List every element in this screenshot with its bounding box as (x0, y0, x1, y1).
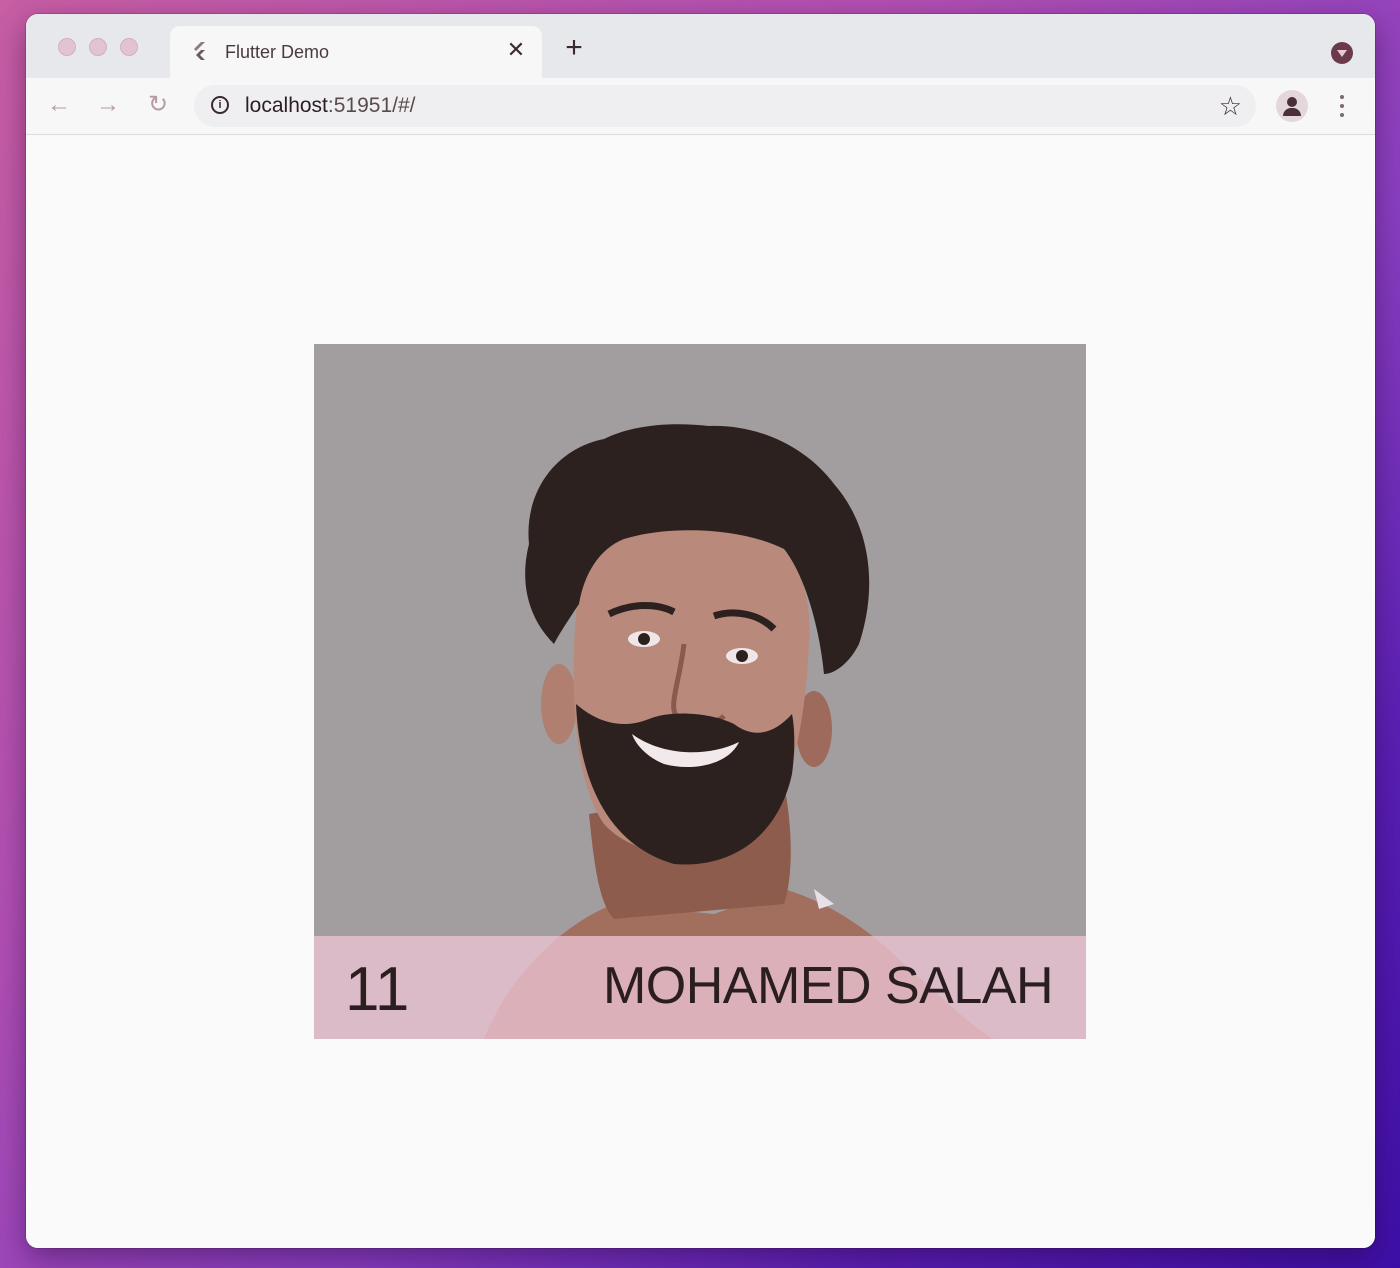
back-button[interactable]: ← (44, 90, 74, 120)
avatar-body (1283, 108, 1301, 116)
minimize-window-button[interactable] (89, 38, 107, 56)
address-bar[interactable]: i localhost:51951/#/ ☆ (194, 85, 1256, 127)
player-number: 11 (345, 955, 410, 1024)
forward-button[interactable]: → (93, 90, 123, 120)
browser-window: Flutter Demo ✕ + ← → ↻ i localhost:51951… (26, 14, 1375, 1248)
url-path: :51951/#/ (327, 94, 416, 117)
profile-avatar[interactable] (1276, 90, 1308, 122)
player-name: MOHAMED SALAH (602, 957, 1054, 1015)
flutter-icon (194, 42, 205, 60)
new-tab-button[interactable]: + (559, 33, 589, 64)
tab-strip: Flutter Demo ✕ + (26, 14, 1375, 78)
close-tab-icon[interactable]: ✕ (504, 38, 528, 62)
player-card: 11 MOHAMED SALAH (314, 344, 1086, 1039)
player-caption: 11 MOHAMED SALAH (314, 936, 1086, 1039)
reload-button[interactable]: ↻ (143, 90, 173, 120)
site-info-icon[interactable]: i (211, 96, 229, 114)
tab-search-icon[interactable] (1331, 42, 1353, 64)
zoom-window-button[interactable] (120, 38, 138, 56)
toolbar: ← → ↻ i localhost:51951/#/ ☆ (26, 78, 1375, 135)
page-content: 11 MOHAMED SALAH (26, 135, 1375, 1248)
url-text[interactable]: localhost:51951/#/ (245, 94, 415, 118)
tab-flutter-demo[interactable]: Flutter Demo ✕ (170, 26, 542, 78)
browser-menu-icon[interactable] (1332, 92, 1352, 120)
player-portrait-image (484, 424, 994, 1039)
avatar-head (1287, 97, 1297, 107)
bookmark-star-icon[interactable]: ☆ (1219, 91, 1242, 122)
url-host: localhost (245, 94, 328, 117)
close-window-button[interactable] (58, 38, 76, 56)
tab-title: Flutter Demo (225, 42, 330, 62)
